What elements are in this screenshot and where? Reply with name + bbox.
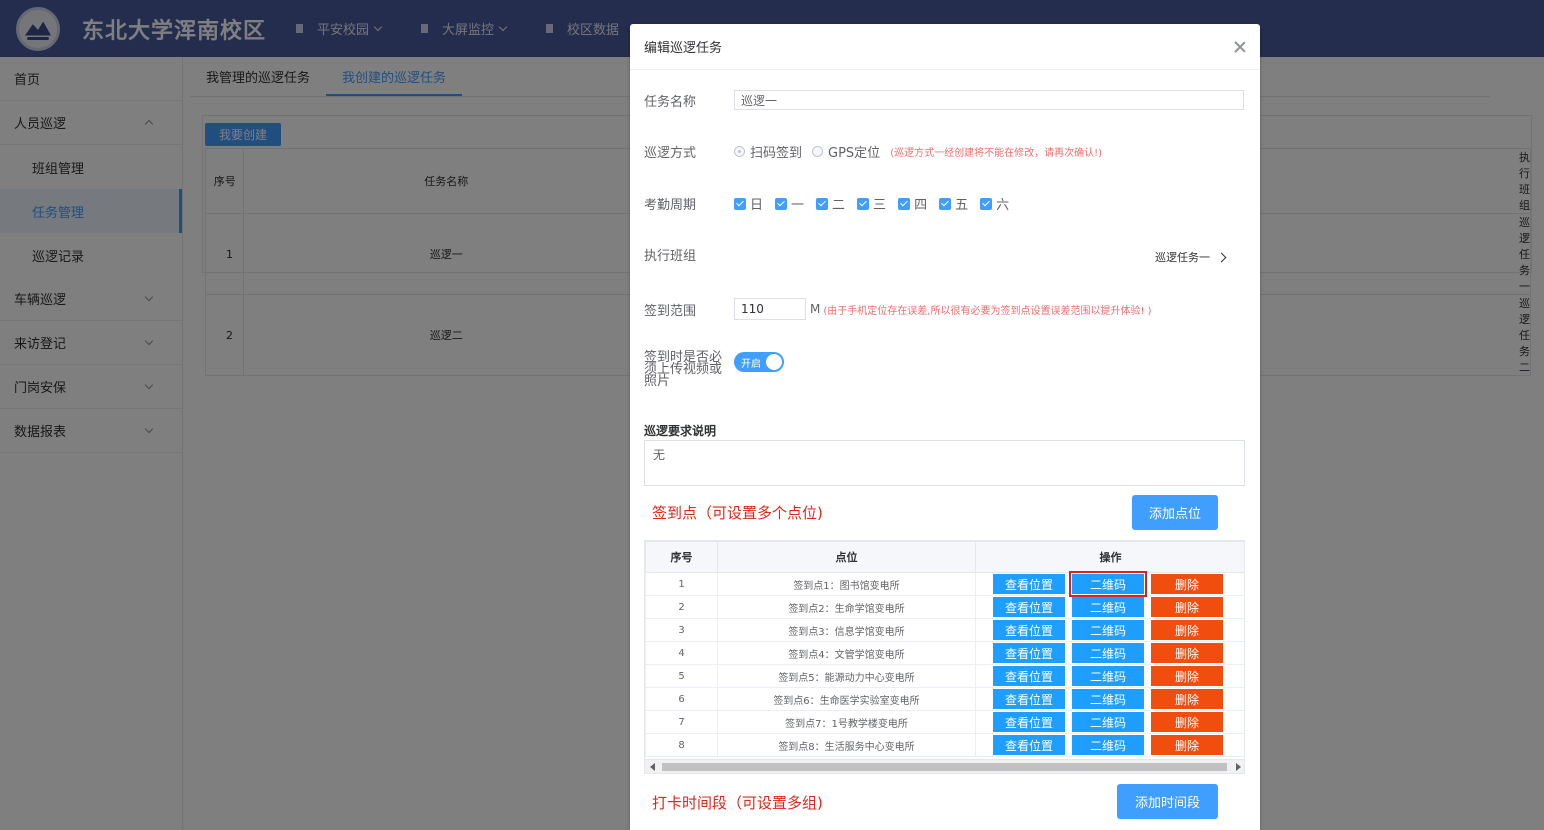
points-col-no: 序号 xyxy=(645,541,718,573)
range-label: 签到范围 xyxy=(644,303,697,319)
cycle-label: 考勤周期 xyxy=(644,198,697,213)
view-location-button[interactable]: 查看位置 xyxy=(993,666,1065,686)
view-location-button[interactable]: 查看位置 xyxy=(993,597,1065,617)
checkbox-icon xyxy=(857,197,870,210)
media-row: 签到时是否必须上传视频或照片 开启 xyxy=(644,350,784,389)
horizontal-scrollbar[interactable] xyxy=(645,759,1244,773)
desc-textarea[interactable]: 无 xyxy=(644,440,1245,486)
checkbox-sat[interactable]: 六 xyxy=(980,194,1009,213)
delete-button[interactable]: 删除 xyxy=(1151,735,1223,755)
points-section-title: 签到点（可设置多个点位) xyxy=(652,504,823,522)
qrcode-button[interactable]: 二维码 xyxy=(1072,620,1144,640)
range-input[interactable] xyxy=(734,298,806,320)
view-location-button[interactable]: 查看位置 xyxy=(993,735,1065,755)
points-header-row: 序号 点位 操作 xyxy=(645,541,1244,573)
delete-button[interactable]: 删除 xyxy=(1151,666,1223,686)
range-note: (由于手机定位存在误差,所以很有必要为签到点设置误差范围以提升体验! ) xyxy=(823,305,1152,317)
delete-button[interactable]: 删除 xyxy=(1151,597,1223,617)
mode-warning-note: (巡逻方式一经创建将不能在修改，请再次确认!) xyxy=(890,148,1102,159)
view-location-button[interactable]: 查看位置 xyxy=(993,689,1065,709)
delete-button[interactable]: 删除 xyxy=(1151,689,1223,709)
delete-button[interactable]: 删除 xyxy=(1151,712,1223,732)
mode-radio-gps[interactable]: GPS定位 xyxy=(812,142,880,161)
add-point-button[interactable]: 添加点位 xyxy=(1132,495,1218,530)
view-location-button[interactable]: 查看位置 xyxy=(993,574,1065,594)
checkbox-wed[interactable]: 三 xyxy=(857,194,886,213)
qrcode-button[interactable]: 二维码 xyxy=(1072,597,1144,617)
patrol-mode-row: 巡逻方式 扫码签到 GPS定位 (巡逻方式一经创建将不能在修改，请再次确认!) xyxy=(644,142,1102,161)
mode-radio-qrcode[interactable]: 扫码签到 xyxy=(734,142,802,161)
media-toggle[interactable]: 开启 xyxy=(734,352,784,372)
exec-team-row: 执行班组 xyxy=(644,245,734,264)
qrcode-button[interactable]: 二维码 xyxy=(1072,735,1144,755)
checkbox-icon xyxy=(939,197,952,210)
checkbox-sun[interactable]: 日 xyxy=(734,194,763,213)
delete-button[interactable]: 删除 xyxy=(1151,643,1223,663)
delete-button[interactable]: 删除 xyxy=(1151,574,1223,594)
toggle-knob xyxy=(766,354,782,370)
exec-team-value: 巡逻任务一 xyxy=(1155,251,1210,264)
view-location-button[interactable]: 查看位置 xyxy=(993,620,1065,640)
close-icon[interactable] xyxy=(1234,41,1246,53)
radio-icon xyxy=(734,146,745,157)
exec-team-selector[interactable]: 巡逻任务一 xyxy=(1155,249,1227,265)
desc-label: 巡逻要求说明 xyxy=(644,424,717,438)
dialog-title: 编辑巡逻任务 xyxy=(644,41,723,56)
table-row: 5 签到点5：能源动力中心变电所 查看位置 二维码 删除 xyxy=(645,664,1244,688)
task-name-label: 任务名称 xyxy=(644,94,697,110)
time-section-title: 打卡时间段（可设置多组) xyxy=(652,794,823,812)
dialog-header: 编辑巡逻任务 xyxy=(630,24,1260,70)
qrcode-button[interactable]: 二维码 xyxy=(1072,689,1144,709)
edit-task-dialog: 编辑巡逻任务 任务名称 巡逻方式 扫码签到 GPS定位 (巡逻方式一经创建将不能… xyxy=(630,24,1260,830)
table-row: 2 签到点2：生命学馆变电所 查看位置 二维码 删除 xyxy=(645,595,1244,619)
table-row: 4 签到点4：文管学馆变电所 查看位置 二维码 删除 xyxy=(645,641,1244,665)
view-location-button[interactable]: 查看位置 xyxy=(993,643,1065,663)
checkbox-thu[interactable]: 四 xyxy=(898,194,927,213)
view-location-button[interactable]: 查看位置 xyxy=(993,712,1065,732)
checkbox-icon xyxy=(775,197,788,210)
task-name-row: 任务名称 xyxy=(644,90,1244,110)
points-col-actions: 操作 xyxy=(975,541,1244,573)
cycle-row: 考勤周期 日 一 二 三 四 五 六 xyxy=(644,194,1021,213)
qrcode-button[interactable]: 二维码 xyxy=(1072,643,1144,663)
qrcode-button[interactable]: 二维码 xyxy=(1072,712,1144,732)
table-row: 7 签到点7：1号教学楼变电所 查看位置 二维码 删除 xyxy=(645,710,1244,734)
scrollbar-thumb[interactable] xyxy=(662,763,1227,771)
checkbox-icon xyxy=(734,197,746,210)
table-row: 3 签到点3：信息学馆变电所 查看位置 二维码 删除 xyxy=(645,618,1244,642)
qrcode-button[interactable]: 二维码 xyxy=(1072,666,1144,686)
points-col-point: 点位 xyxy=(717,541,976,573)
range-row: 签到范围 M (由于手机定位存在误差,所以很有必要为签到点设置误差范围以提升体验… xyxy=(644,298,1152,320)
range-unit: M xyxy=(810,302,821,316)
chevron-right-icon xyxy=(1216,252,1227,262)
exec-team-label: 执行班组 xyxy=(644,249,697,264)
checkbox-icon xyxy=(898,197,911,210)
scroll-right-icon[interactable] xyxy=(1236,763,1241,771)
table-row: 8 签到点8：生活服务中心变电所 查看位置 二维码 删除 xyxy=(645,733,1244,757)
table-row: 6 签到点6：生命医学实验室变电所 查看位置 二维码 删除 xyxy=(645,687,1244,711)
checkbox-tue[interactable]: 二 xyxy=(816,194,845,213)
task-name-input[interactable] xyxy=(734,90,1244,110)
delete-button[interactable]: 删除 xyxy=(1151,620,1223,640)
patrol-mode-label: 巡逻方式 xyxy=(644,146,697,161)
points-table: 序号 点位 操作 1 签到点1：图书馆变电所 查看位置 二维码 删除 2 签到点… xyxy=(645,541,1244,757)
add-time-button[interactable]: 添加时间段 xyxy=(1117,784,1218,819)
radio-icon xyxy=(812,146,824,157)
points-table-container: 序号 点位 操作 1 签到点1：图书馆变电所 查看位置 二维码 删除 2 签到点… xyxy=(644,540,1245,774)
qrcode-button[interactable]: 二维码 xyxy=(1069,571,1147,597)
checkbox-fri[interactable]: 五 xyxy=(939,194,968,213)
checkbox-icon xyxy=(980,197,993,210)
checkbox-mon[interactable]: 一 xyxy=(775,194,804,213)
scroll-left-icon[interactable] xyxy=(650,763,655,771)
media-label: 签到时是否必须上传视频或照片 xyxy=(644,350,723,389)
checkbox-icon xyxy=(816,197,829,210)
table-row: 1 签到点1：图书馆变电所 查看位置 二维码 删除 xyxy=(645,571,1244,597)
desc-label-row: 巡逻要求说明 xyxy=(644,422,716,439)
